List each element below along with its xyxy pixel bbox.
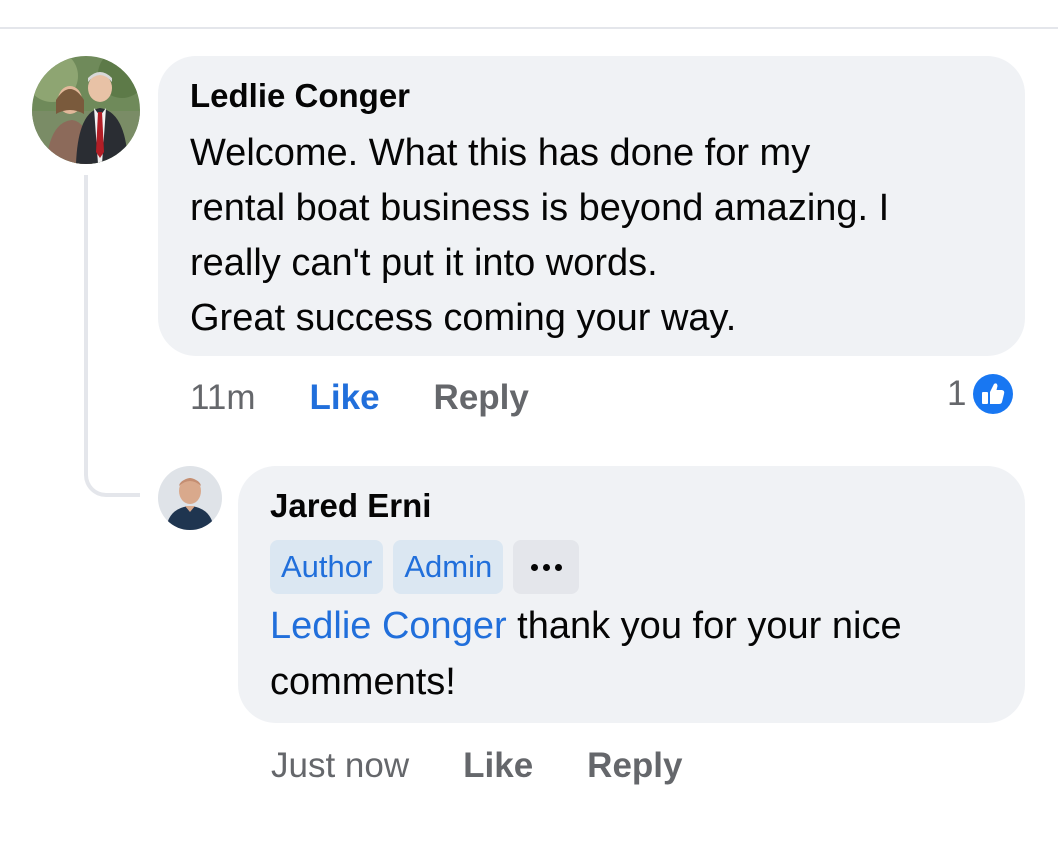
avatar-ledlie-conger[interactable] <box>32 56 140 164</box>
reply-timestamp[interactable]: Just now <box>271 746 409 786</box>
reply-thread-line <box>84 175 140 497</box>
reply-actions: Just now Like Reply <box>271 744 736 788</box>
comment-text: Welcome. What this has done for my renta… <box>190 132 890 339</box>
author-badges: Author Admin <box>270 540 993 594</box>
admin-badge[interactable]: Admin <box>393 540 504 594</box>
mention-link[interactable]: Ledlie Conger <box>270 605 507 647</box>
comment-author-name[interactable]: Ledlie Conger <box>190 76 993 116</box>
reply-bubble: Jared Erni Author Admin Ledlie Conger th… <box>238 466 1025 723</box>
avatar-jared-erni[interactable] <box>158 466 222 530</box>
top-divider <box>0 27 1058 29</box>
like-reaction-icon <box>972 373 1014 415</box>
like-button[interactable]: Like <box>310 378 380 418</box>
comment-bubble: Ledlie Conger Welcome. What this has don… <box>158 56 1025 356</box>
reply-reply-button[interactable]: Reply <box>587 746 682 786</box>
reply-button[interactable]: Reply <box>434 378 529 418</box>
more-options-icon[interactable] <box>513 540 580 594</box>
reply-text: Ledlie Conger thank you for your nice co… <box>270 598 993 710</box>
reaction-summary[interactable]: 1 <box>947 372 1014 416</box>
author-badge[interactable]: Author <box>270 540 384 594</box>
comment-timestamp[interactable]: 11m <box>190 378 256 418</box>
reply-author-name[interactable]: Jared Erni <box>270 486 993 526</box>
comment-actions: 11m Like Reply <box>190 376 583 420</box>
reply-like-button[interactable]: Like <box>463 746 533 786</box>
reaction-count: 1 <box>947 374 967 413</box>
